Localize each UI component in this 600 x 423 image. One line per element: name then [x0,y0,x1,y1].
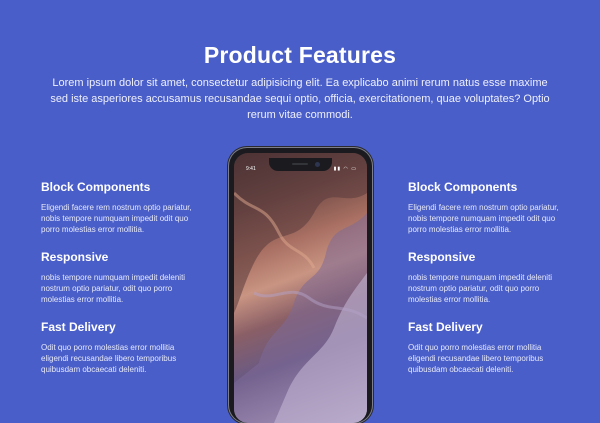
status-time: 9:41 [246,166,256,172]
feature-description: Eligendi facere rem nostrum optio pariat… [41,203,192,234]
feature-title: Block Components [41,180,151,194]
phone-screen: 9:41 ▮▮ ◠ ▭ [234,153,367,423]
speaker-icon [292,163,308,165]
feature-description: Odit quo porro molestias error mollitia … [41,343,177,374]
feature-fast-delivery-left: Fast Delivery Odit quo porro molestias e… [41,320,201,390]
feature-description: nobis tempore numquam impedit deleniti n… [41,273,186,304]
canyon-photo-icon [234,153,367,423]
phone-mockup: 9:41 ▮▮ ◠ ▭ [229,148,372,423]
feature-fast-delivery-right: Fast Delivery Odit quo porro molestias e… [408,320,568,390]
feature-block-components-right: Block Components Eligendi facere rem nos… [408,180,568,250]
feature-description: Odit quo porro molestias error mollitia … [408,343,544,374]
intro-paragraph: Lorem ipsum dolor sit amet, consectetur … [50,77,550,121]
left-feature-column: Block Components Eligendi facere rem nos… [41,180,201,390]
feature-block-components-left: Block Components Eligendi facere rem nos… [41,180,201,250]
feature-title: Responsive [41,250,109,264]
status-icons: ▮▮ ◠ ▭ [333,166,357,172]
feature-title: Responsive [408,250,476,264]
phone-notch [269,158,332,171]
feature-description: nobis tempore numquam impedit deleniti n… [408,273,553,304]
page-title: Product Features [203,42,397,68]
feature-responsive-left: Responsive nobis tempore numquam impedit… [41,250,201,320]
feature-title: Block Components [408,180,518,194]
feature-title: Fast Delivery [41,320,116,334]
feature-responsive-right: Responsive nobis tempore numquam impedit… [408,250,568,320]
feature-title: Fast Delivery [408,320,483,334]
camera-icon [315,162,320,167]
feature-description: Eligendi facere rem nostrum optio pariat… [408,203,559,234]
right-feature-column: Block Components Eligendi facere rem nos… [408,180,568,390]
